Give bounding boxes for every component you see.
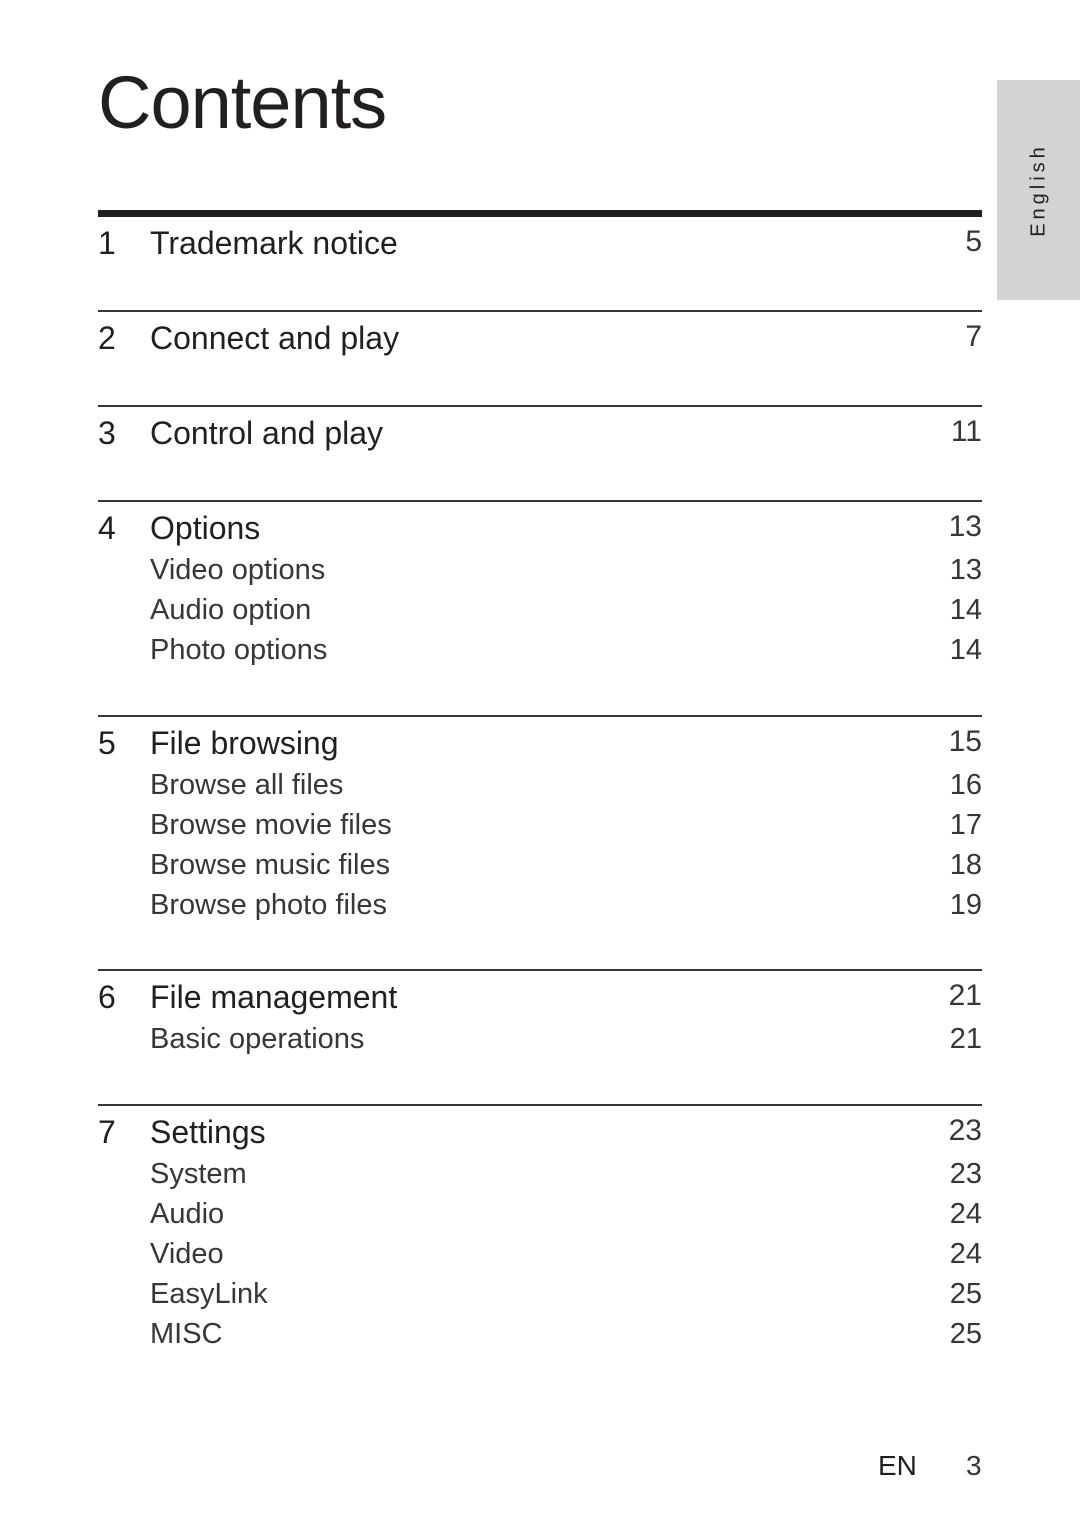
toc-section-entry[interactable]: 4 Options 13 <box>98 510 982 550</box>
subsection-title[interactable]: Browse all files <box>150 769 343 802</box>
section-divider <box>98 310 982 312</box>
section-title[interactable]: Trademark notice <box>150 225 398 262</box>
subsection-title[interactable]: Video <box>150 1238 224 1271</box>
toc-section-entry[interactable]: 2 Connect and play 7 <box>98 320 982 360</box>
page-title: Contents <box>98 61 387 144</box>
section-number: 7 <box>98 1114 116 1150</box>
section-number: 2 <box>98 320 116 356</box>
toc-section-entry[interactable]: 3 Control and play 11 <box>98 415 982 455</box>
section-divider <box>98 969 982 971</box>
toc-subsection-entry[interactable]: MISC 25 <box>98 1318 982 1358</box>
section-title[interactable]: Options <box>150 510 260 547</box>
section-page-number: 11 <box>950 415 982 448</box>
section-number: 1 <box>98 225 116 261</box>
section-divider <box>98 500 982 502</box>
subsection-page-number: 23 <box>949 1158 982 1190</box>
section-title[interactable]: Connect and play <box>150 320 399 357</box>
subsection-title[interactable]: System <box>150 1158 247 1191</box>
section-title[interactable]: File management <box>150 979 397 1016</box>
toc-subsection-entry[interactable]: Browse all files 16 <box>98 769 982 809</box>
subsection-title[interactable]: Basic operations <box>150 1023 364 1056</box>
section-divider <box>98 210 982 217</box>
language-tab: English <box>997 80 1080 300</box>
subsection-page-number: 17 <box>949 809 982 841</box>
toc-section-entry[interactable]: 1 Trademark notice 5 <box>98 225 982 265</box>
section-number: 6 <box>98 979 116 1015</box>
subsection-page-number: 24 <box>949 1238 982 1270</box>
toc-section-entry[interactable]: 6 File management 21 <box>98 979 982 1019</box>
subsection-page-number: 18 <box>949 849 982 881</box>
toc-subsection-entry[interactable]: Browse photo files 19 <box>98 889 982 929</box>
section-number: 3 <box>98 415 116 451</box>
subsection-page-number: 14 <box>949 594 982 626</box>
section-divider <box>98 1104 982 1106</box>
subsection-page-number: 19 <box>949 889 982 921</box>
subsection-title[interactable]: MISC <box>150 1318 223 1351</box>
language-tab-label: English <box>1027 143 1049 237</box>
subsection-title[interactable]: Audio option <box>150 594 311 627</box>
section-title[interactable]: File browsing <box>150 725 339 762</box>
toc-subsection-entry[interactable]: Browse movie files 17 <box>98 809 982 849</box>
toc-subsection-entry[interactable]: Video options 13 <box>98 554 982 594</box>
subsection-title[interactable]: Browse photo files <box>150 889 387 922</box>
section-page-number: 15 <box>948 725 982 758</box>
section-divider <box>98 405 982 407</box>
section-title[interactable]: Control and play <box>150 415 383 452</box>
toc-subsection-entry[interactable]: Audio 24 <box>98 1198 982 1238</box>
footer-language-code: EN <box>878 1450 917 1481</box>
section-page-number: 5 <box>965 225 982 258</box>
subsection-page-number: 13 <box>949 554 982 586</box>
toc-subsection-entry[interactable]: Video 24 <box>98 1238 982 1278</box>
subsection-title[interactable]: Audio <box>150 1198 224 1231</box>
subsection-title[interactable]: Photo options <box>150 634 327 667</box>
toc-subsection-entry[interactable]: Basic operations 21 <box>98 1023 982 1063</box>
toc-subsection-entry[interactable]: Browse music files 18 <box>98 849 982 889</box>
subsection-page-number: 16 <box>949 769 982 801</box>
section-page-number: 13 <box>948 510 982 543</box>
toc-subsection-entry[interactable]: EasyLink 25 <box>98 1278 982 1318</box>
section-title[interactable]: Settings <box>150 1114 266 1151</box>
subsection-page-number: 25 <box>949 1278 982 1310</box>
subsection-page-number: 25 <box>949 1318 982 1350</box>
toc-subsection-entry[interactable]: System 23 <box>98 1158 982 1198</box>
section-page-number: 21 <box>948 979 982 1012</box>
footer-page-number: 3 <box>966 1450 982 1481</box>
subsection-title[interactable]: EasyLink <box>150 1278 268 1311</box>
subsection-title[interactable]: Browse music files <box>150 849 390 882</box>
section-divider <box>98 715 982 717</box>
section-page-number: 23 <box>948 1114 982 1147</box>
toc-section-entry[interactable]: 5 File browsing 15 <box>98 725 982 765</box>
toc-subsection-entry[interactable]: Photo options 14 <box>98 634 982 674</box>
subsection-page-number: 24 <box>949 1198 982 1230</box>
section-page-number: 7 <box>965 320 982 353</box>
section-number: 4 <box>98 510 116 546</box>
subsection-page-number: 21 <box>949 1023 982 1055</box>
subsection-title[interactable]: Browse movie files <box>150 809 392 842</box>
section-number: 5 <box>98 725 116 761</box>
subsection-page-number: 14 <box>949 634 982 666</box>
toc-subsection-entry[interactable]: Audio option 14 <box>98 594 982 634</box>
subsection-title[interactable]: Video options <box>150 554 325 587</box>
toc-section-entry[interactable]: 7 Settings 23 <box>98 1114 982 1154</box>
